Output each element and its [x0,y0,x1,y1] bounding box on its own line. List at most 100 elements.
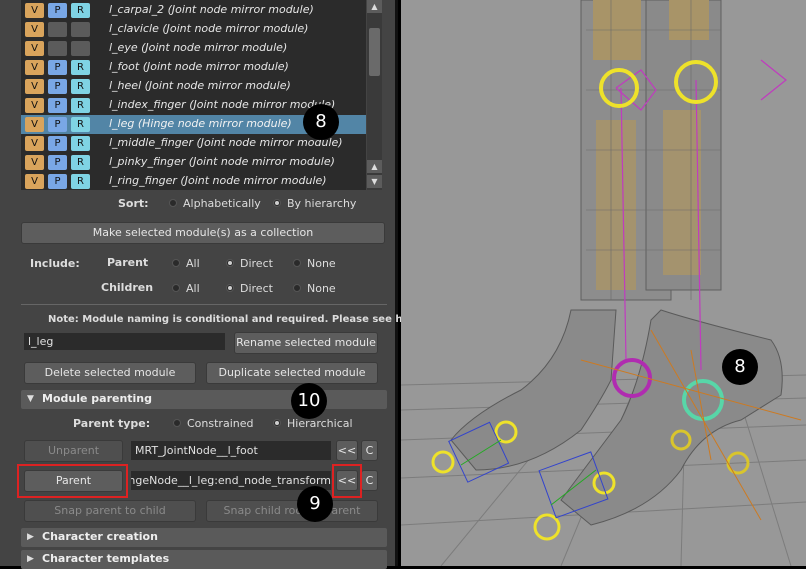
children-all-label: All [186,282,200,295]
proxy-toggle-button[interactable]: P [48,60,67,75]
children-direct-radio[interactable] [226,284,234,292]
highlight-fetch-button [332,464,362,498]
proxy-toggle-button[interactable]: P [48,3,67,18]
visibility-toggle-button[interactable]: V [25,117,44,132]
module-name-label: l_ring_finger (Joint node mirror module) [109,174,327,187]
character-templates-title: Character templates [42,552,170,565]
module-list-row[interactable]: Vl_eye (Joint node mirror module) [21,39,366,58]
module-name-label: l_heel (Joint node mirror module) [109,79,291,92]
sort-alphabetical-radio[interactable] [169,199,177,207]
reference-toggle-button[interactable]: R [71,60,90,75]
reference-toggle-button[interactable] [71,22,90,37]
reference-toggle-button[interactable]: R [71,155,90,170]
module-list-row[interactable]: Vl_clavicle (Joint node mirror module) [21,20,366,39]
sort-hierarchy-radio[interactable] [273,199,281,207]
parent-none-label: None [307,257,336,270]
visibility-toggle-button[interactable]: V [25,79,44,94]
module-list-row[interactable]: V P Rl_pinky_finger (Joint node mirror mod… [21,153,366,172]
scroll-thumb[interactable] [369,28,380,76]
proxy-toggle-button[interactable]: P [48,98,67,113]
character-creation-title: Character creation [42,530,158,543]
clear-new-parent-button[interactable]: C [361,470,378,491]
module-parenting-header[interactable]: ▼ Module parenting [21,390,387,409]
parent-direct-radio[interactable] [226,259,234,267]
proxy-toggle-button[interactable]: P [48,155,67,170]
duplicate-module-button[interactable]: Duplicate selected module [206,362,378,384]
proxy-toggle-button[interactable]: P [48,136,67,151]
children-none-label: None [307,282,336,295]
make-collection-button[interactable]: Make selected module(s) as a collection [21,222,385,244]
proxy-toggle-button[interactable] [48,22,67,37]
parent-type-label: Parent type: [73,417,151,430]
delete-module-button[interactable]: Delete selected module [24,362,196,384]
rename-module-button[interactable]: Rename selected module [234,332,378,354]
children-all-radio[interactable] [172,284,180,292]
callout-badge: 8 [303,104,339,140]
new-parent-field[interactable]: MRT_HingeNode__l_leg:end_node_transform [131,471,331,490]
include-parent-label: Parent [107,256,149,269]
proxy-toggle-button[interactable] [48,41,67,56]
scroll-up-arrow-icon[interactable]: ▲ [367,160,382,173]
module-panel: V P Rl_carpal_2 (Joint node mirror module)… [0,0,424,569]
proxy-toggle-button[interactable]: P [48,174,67,189]
include-children-label: Children [101,281,154,294]
reference-toggle-button[interactable]: R [71,136,90,151]
children-none-radio[interactable] [293,284,301,292]
snap-parent-to-child-button[interactable]: Snap parent to child [24,500,196,522]
module-name-field[interactable]: l_leg [24,333,225,350]
proxy-toggle-button[interactable]: P [48,79,67,94]
module-list-row[interactable]: V P Rl_heel (Joint node mirror module) [21,77,366,96]
reference-toggle-button[interactable]: R [71,98,90,113]
module-list-row[interactable]: V P Rl_ring_finger (Joint node mirror modu… [21,172,366,190]
visibility-toggle-button[interactable]: V [25,41,44,56]
highlight-parent-button [17,464,128,498]
parent-all-radio[interactable] [172,259,180,267]
hierarchical-label: Hierarchical [287,417,353,430]
callout-badge: 10 [291,383,327,419]
snap-child-to-parent-button[interactable]: Snap child root to parent [206,500,378,522]
hierarchical-radio[interactable] [273,419,281,427]
module-list[interactable]: V P Rl_carpal_2 (Joint node mirror module)… [21,0,366,190]
clear-current-parent-button[interactable]: C [361,440,378,461]
visibility-toggle-button[interactable]: V [25,60,44,75]
sort-label: Sort: [118,197,149,210]
scroll-up-arrow-icon[interactable]: ▲ [367,0,382,13]
scroll-down-arrow-icon[interactable]: ▼ [367,175,382,188]
module-list-scrollbar[interactable]: ▲ ▲ ▼ [367,0,382,190]
constrained-radio[interactable] [173,419,181,427]
reference-toggle-button[interactable]: R [71,3,90,18]
visibility-toggle-button[interactable]: V [25,174,44,189]
reference-toggle-button[interactable]: R [71,117,90,132]
module-name-label: l_eye (Joint node mirror module) [109,41,288,54]
visibility-toggle-button[interactable]: V [25,22,44,37]
visibility-toggle-button[interactable]: V [25,98,44,113]
module-name-label: l_index_finger (Joint node mirror module… [109,98,336,111]
parent-none-radio[interactable] [293,259,301,267]
current-parent-field[interactable]: MRT_JointNode__l_foot [131,441,331,460]
leg-mesh [580,0,722,301]
visibility-toggle-button[interactable]: V [25,136,44,151]
module-name-label: l_carpal_2 (Joint node mirror module) [109,3,314,16]
expand-arrow-icon: ▶ [27,554,34,564]
visibility-toggle-button[interactable]: V [25,3,44,18]
callout-badge: 8 [722,349,758,385]
module-name-label: l_middle_finger (Joint node mirror modul… [109,136,343,149]
include-label: Include: [30,257,80,270]
unparent-button[interactable]: Unparent [24,440,123,462]
viewport-3d[interactable]: 8 [401,0,806,566]
fetch-current-parent-button[interactable]: << [336,440,358,461]
module-name-label: l_clavicle (Joint node mirror module) [109,22,309,35]
module-list-row[interactable]: V P Rl_foot (Joint node mirror module) [21,58,366,77]
reference-toggle-button[interactable]: R [71,174,90,189]
reference-toggle-button[interactable]: R [71,79,90,94]
module-name-label: l_foot (Joint node mirror module) [109,60,289,73]
character-templates-header[interactable]: ▶ Character templates [21,550,387,569]
children-direct-label: Direct [240,282,273,295]
sort-alphabetical-label: Alphabetically [183,197,261,210]
expand-arrow-icon: ▶ [27,532,34,542]
reference-toggle-button[interactable] [71,41,90,56]
visibility-toggle-button[interactable]: V [25,155,44,170]
character-creation-header[interactable]: ▶ Character creation [21,528,387,547]
proxy-toggle-button[interactable]: P [48,117,67,132]
module-list-row[interactable]: V P Rl_carpal_2 (Joint node mirror module) [21,1,366,20]
